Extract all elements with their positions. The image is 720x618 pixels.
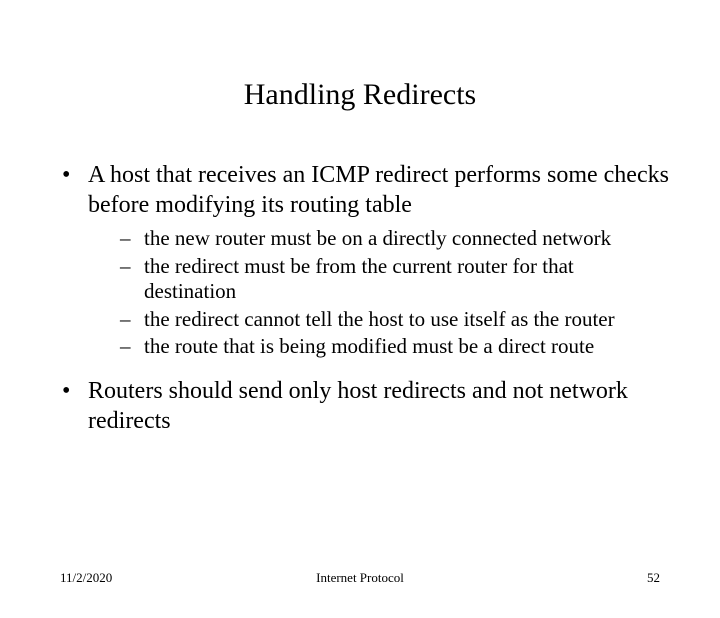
sub-bullet-item: – the new router must be on a directly c… — [120, 226, 670, 252]
dash-icon: – — [120, 226, 144, 252]
sub-bullet-text: the new router must be on a directly con… — [144, 226, 670, 252]
slide: Handling Redirects • A host that receive… — [0, 78, 720, 618]
sub-bullet-item: – the redirect cannot tell the host to u… — [120, 307, 670, 333]
slide-footer: 11/2/2020 Internet Protocol 52 — [0, 570, 720, 586]
dash-icon: – — [120, 254, 144, 280]
bullet-text: A host that receives an ICMP redirect pe… — [88, 160, 670, 220]
bullet-icon: • — [60, 376, 88, 406]
sub-bullet-text: the route that is being modified must be… — [144, 334, 670, 360]
footer-page-number: 52 — [647, 570, 660, 586]
slide-title: Handling Redirects — [0, 78, 720, 112]
bullet-item: • Routers should send only host redirect… — [60, 376, 670, 436]
footer-subject: Internet Protocol — [316, 570, 404, 586]
bullet-item: • A host that receives an ICMP redirect … — [60, 160, 670, 220]
sub-bullet-item: – the redirect must be from the current … — [120, 254, 670, 305]
sub-bullet-text: the redirect cannot tell the host to use… — [144, 307, 670, 333]
bullet-text: Routers should send only host redirects … — [88, 376, 670, 436]
dash-icon: – — [120, 307, 144, 333]
footer-date: 11/2/2020 — [60, 570, 112, 586]
sub-list: – the new router must be on a directly c… — [60, 226, 670, 360]
dash-icon: – — [120, 334, 144, 360]
sub-bullet-text: the redirect must be from the current ro… — [144, 254, 670, 305]
slide-body: • A host that receives an ICMP redirect … — [0, 160, 720, 436]
bullet-icon: • — [60, 160, 88, 190]
sub-bullet-item: – the route that is being modified must … — [120, 334, 670, 360]
